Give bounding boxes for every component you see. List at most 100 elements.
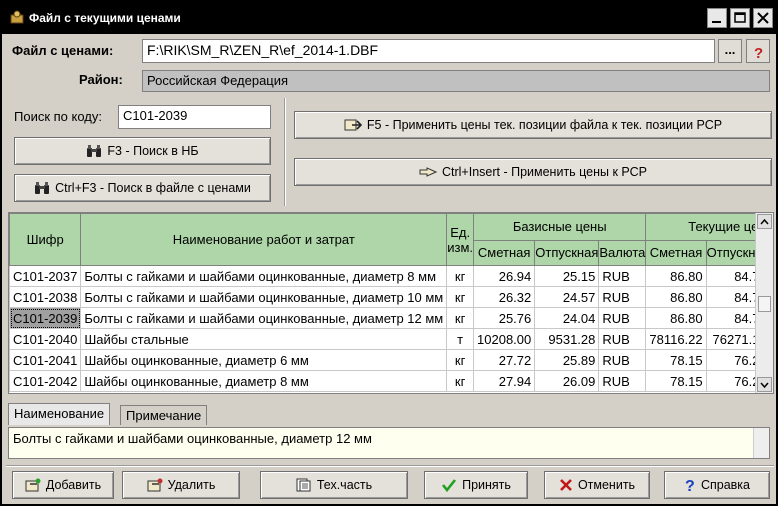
cell-code[interactable]: C101-2038 (9, 286, 82, 308)
cell-name[interactable]: Шайбы стальные (80, 328, 448, 350)
maximize-icon (734, 12, 746, 23)
cell-code[interactable]: C101-2039 (9, 307, 82, 329)
grid-scrollbar[interactable] (755, 213, 773, 393)
close-icon (757, 12, 769, 24)
accept-button[interactable]: Принять (424, 471, 528, 499)
memo-scrollbar[interactable] (753, 428, 769, 458)
col-header-base-val[interactable]: Валюта (598, 239, 647, 266)
table-row[interactable]: C101-2040 Шайбы стальные т 10208.00 9531.28 R… (9, 328, 773, 350)
cell-base-smet[interactable]: 26.32 (473, 286, 536, 308)
cell-base-smet[interactable]: 27.94 (473, 370, 536, 392)
footer-separator (6, 465, 774, 467)
help-button[interactable]: ? Справка (664, 471, 770, 499)
cell-cur-smet[interactable]: 86.80 (645, 265, 707, 287)
document-icon (296, 478, 311, 492)
memo-field[interactable]: Болты с гайками и шайбами оцинкованные, … (8, 427, 770, 459)
col-header-code[interactable]: Шифр (9, 213, 82, 266)
col-header-name[interactable]: Наименование работ и затрат (80, 213, 448, 266)
cell-base-val[interactable]: RUB (598, 265, 647, 287)
cell-base-smet[interactable]: 27.72 (473, 349, 536, 371)
cell-name[interactable]: Шайбы оцинкованные, диаметр 8 мм (80, 370, 448, 392)
browse-button[interactable]: ... (718, 39, 742, 63)
cell-base-val[interactable]: RUB (598, 370, 647, 392)
cell-name[interactable]: Шайбы оцинкованные, диаметр 6 мм (80, 349, 448, 371)
cell-cur-smet[interactable]: 78116.22 (645, 328, 707, 350)
col-header-base-smet[interactable]: Сметная (473, 239, 536, 266)
cancel-button[interactable]: Отменить (544, 471, 650, 499)
cell-cur-smet[interactable]: 86.80 (645, 307, 707, 329)
ctrl-f3-search-file-button[interactable]: Ctrl+F3 - Поиск в файле с ценами (14, 174, 271, 202)
col-header-base-otp[interactable]: Отпускная (534, 239, 600, 266)
region-label: Район: (79, 72, 123, 87)
cell-base-smet[interactable]: 26.94 (473, 265, 536, 287)
accept-label: Принять (462, 478, 511, 492)
chevron-up-icon (760, 218, 769, 225)
file-path-field[interactable]: F:\RIK\SM_R\ZEN_R\ef_2014-1.DBF (142, 39, 715, 63)
cell-base-otp[interactable]: 26.09 (534, 370, 600, 392)
f5-apply-position-button[interactable]: F5 - Применить цены тек. позиции файла к… (294, 111, 772, 139)
col-header-cur-smet[interactable]: Сметная (645, 239, 707, 266)
cell-base-smet[interactable]: 10208.00 (473, 328, 536, 350)
cell-cur-smet[interactable]: 78.15 (645, 370, 707, 392)
cell-code[interactable]: C101-2037 (9, 265, 82, 287)
cell-base-otp[interactable]: 25.15 (534, 265, 600, 287)
chevron-down-icon (760, 382, 769, 389)
prices-grid[interactable]: Шифр Наименование работ и затрат Ед. изм… (8, 212, 774, 394)
scroll-thumb[interactable] (758, 296, 771, 312)
cell-unit[interactable]: т (446, 328, 475, 350)
cell-base-val[interactable]: RUB (598, 307, 647, 329)
cell-base-otp[interactable]: 24.57 (534, 286, 600, 308)
window-title: Файл с текущими ценами (29, 11, 181, 25)
tech-part-label: Тех.часть (316, 478, 373, 492)
binoculars-icon (35, 182, 50, 194)
cell-base-otp[interactable]: 25.89 (534, 349, 600, 371)
f3-search-nb-button[interactable]: F3 - Поиск в НБ (14, 137, 271, 165)
scroll-down-button[interactable] (757, 377, 772, 392)
cell-code[interactable]: C101-2040 (9, 328, 82, 350)
binoculars-icon (87, 145, 102, 157)
f5-apply-position-label: F5 - Применить цены тек. позиции файла к… (366, 118, 723, 132)
cell-unit[interactable]: кг (446, 370, 475, 392)
title-bar: Файл с текущими ценами (2, 2, 776, 34)
col-header-unit[interactable]: Ед. изм. (446, 213, 475, 266)
cancel-label: Отменить (577, 478, 636, 492)
help-icon: ? (754, 45, 763, 62)
cell-cur-smet[interactable]: 86.80 (645, 286, 707, 308)
cell-name[interactable]: Болты с гайками и шайбами оцинкованные, … (80, 307, 448, 329)
close-button[interactable] (753, 8, 773, 28)
minimize-button[interactable] (707, 8, 727, 28)
cell-base-val[interactable]: RUB (598, 349, 647, 371)
cell-base-val[interactable]: RUB (598, 286, 647, 308)
table-row[interactable]: C101-2037 Болты с гайками и шайбами оцинк… (9, 265, 773, 287)
table-row[interactable]: C101-2041 Шайбы оцинкованные, диаметр 6 м… (9, 349, 773, 371)
table-row[interactable]: C101-2039 Болты с гайками и шайбами оцинк… (9, 307, 773, 329)
delete-button[interactable]: Удалить (122, 471, 240, 499)
maximize-button[interactable] (730, 8, 750, 28)
add-button[interactable]: Добавить (12, 471, 114, 499)
help-icon: ? (685, 478, 695, 493)
cell-name[interactable]: Болты с гайками и шайбами оцинкованные, … (80, 286, 448, 308)
tab-note[interactable]: Примечание (120, 405, 208, 425)
cell-name[interactable]: Болты с гайками и шайбами оцинкованные, … (80, 265, 448, 287)
cell-base-otp[interactable]: 9531.28 (534, 328, 600, 350)
cell-unit[interactable]: кг (446, 349, 475, 371)
cell-cur-smet[interactable]: 78.15 (645, 349, 707, 371)
tab-name[interactable]: Наименование (8, 403, 111, 425)
table-row[interactable]: C101-2038 Болты с гайками и шайбами оцинк… (9, 286, 773, 308)
file-help-button[interactable]: ? (746, 39, 770, 63)
ctrl-f3-search-file-label: Ctrl+F3 - Поиск в файле с ценами (55, 181, 251, 195)
f3-search-nb-label: F3 - Поиск в НБ (107, 144, 199, 158)
cell-unit[interactable]: кг (446, 265, 475, 287)
search-input[interactable]: C101-2039 (118, 105, 271, 129)
table-row[interactable]: C101-2042 Шайбы оцинкованные, диаметр 8 м… (9, 370, 773, 392)
cell-unit[interactable]: кг (446, 307, 475, 329)
cell-code[interactable]: C101-2042 (9, 370, 82, 392)
scroll-up-button[interactable] (757, 214, 772, 229)
cell-unit[interactable]: кг (446, 286, 475, 308)
cell-base-otp[interactable]: 24.04 (534, 307, 600, 329)
cell-base-val[interactable]: RUB (598, 328, 647, 350)
cell-base-smet[interactable]: 25.76 (473, 307, 536, 329)
tech-part-button[interactable]: Тех.часть (260, 471, 408, 499)
cell-code[interactable]: C101-2041 (9, 349, 82, 371)
ctrl-insert-apply-button[interactable]: Ctrl+Insert - Применить цены к РСР (294, 158, 772, 186)
